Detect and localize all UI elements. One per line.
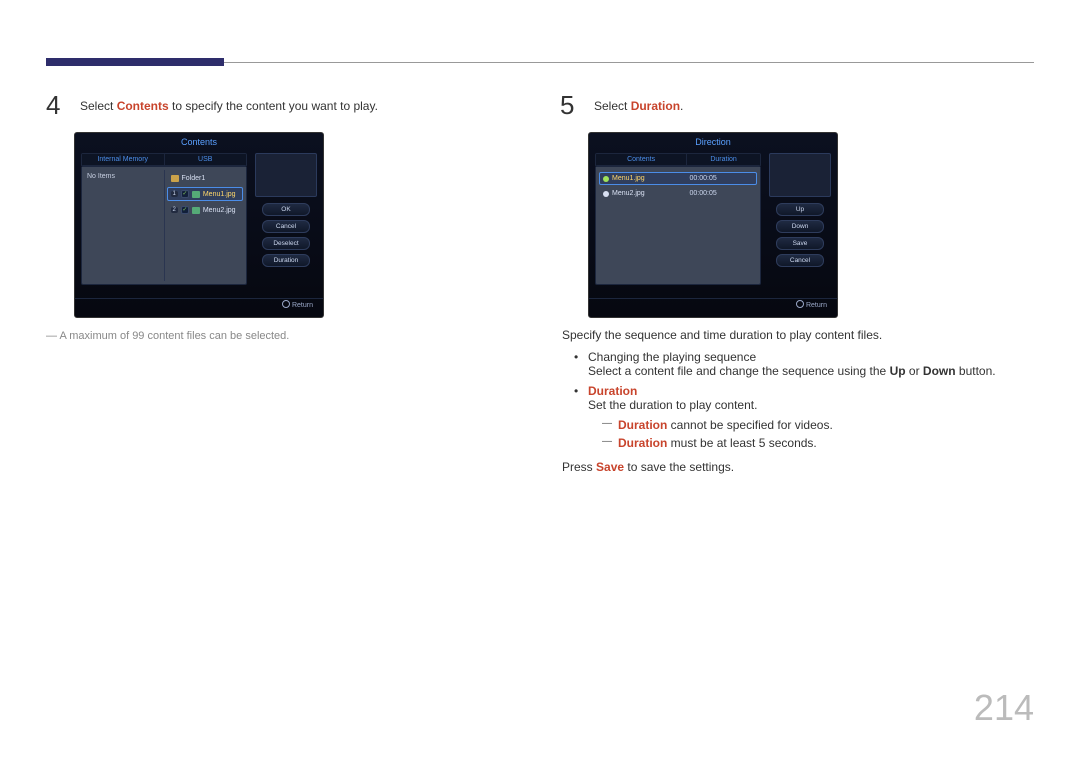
contents-file-list: No Items Folder1 1 ✓ Menu1.jpg 2 <box>81 167 247 285</box>
direction-footer: Return <box>589 298 837 313</box>
contents-footer: Return <box>75 298 323 313</box>
seq-title: Changing the playing sequence <box>588 350 756 364</box>
row-2-dot-icon <box>603 191 609 197</box>
dur-line: Set the duration to play content. <box>588 398 757 412</box>
seq-line-pre: Select a content file and change the seq… <box>588 364 890 378</box>
step-5-number: 5 <box>560 92 582 118</box>
cancel-button[interactable]: Cancel <box>262 220 310 233</box>
step-4-pre: Select <box>80 99 117 113</box>
down-button[interactable]: Down <box>776 220 824 233</box>
col-internal-memory: Internal Memory <box>82 154 164 166</box>
bullet-sequence: Changing the playing sequence Select a c… <box>574 350 1040 378</box>
save-line: Press Save to save the settings. <box>562 460 1040 474</box>
col-contents: Contents <box>596 154 686 166</box>
direction-side-panel: Up Down Save Cancel <box>769 153 831 267</box>
direction-screen: Direction Contents Duration Menu1.jpg 00… <box>588 132 838 318</box>
row-1-dot-icon <box>603 176 609 182</box>
seq-line-post: button. <box>956 364 996 378</box>
duration-row-1-name: Menu1.jpg <box>612 175 645 182</box>
contents-side-panel: OK Cancel Deselect Duration <box>255 153 317 267</box>
file-row-2[interactable]: 2 ✓ Menu2.jpg <box>167 203 244 217</box>
step-5-post: . <box>680 99 683 113</box>
direction-columns-header: Contents Duration <box>595 153 761 167</box>
page-number: 214 <box>974 687 1034 729</box>
image-icon <box>192 191 200 198</box>
folder-name: Folder1 <box>182 175 206 182</box>
dur-sub-2: Duration must be at least 5 seconds. <box>602 436 1040 450</box>
save-pre: Press <box>562 460 596 474</box>
return-label: Return <box>806 302 827 309</box>
dur-title: Duration <box>588 384 637 398</box>
ok-button[interactable]: OK <box>262 203 310 216</box>
return-icon <box>282 300 290 308</box>
step-5: 5 Select Duration. <box>560 92 1040 118</box>
bullet-duration: Duration Set the duration to play conten… <box>574 384 1040 450</box>
step-4-number: 4 <box>46 92 68 118</box>
no-items-label: No Items <box>85 170 162 183</box>
seq-up: Up <box>890 364 906 378</box>
contents-screen: Contents Internal Memory USB No Items Fo… <box>74 132 324 318</box>
direction-file-list: Menu1.jpg 00:00:05 Menu2.jpg 00:00:05 <box>595 167 761 285</box>
contents-screen-title: Contents <box>75 133 323 149</box>
folder-row[interactable]: Folder1 <box>167 172 244 185</box>
duration-button[interactable]: Duration <box>262 254 310 267</box>
step-4: 4 Select Contents to specify the content… <box>46 92 526 118</box>
cancel-button[interactable]: Cancel <box>776 254 824 267</box>
save-button[interactable]: Save <box>776 237 824 250</box>
return-label: Return <box>292 302 313 309</box>
image-icon <box>192 207 200 214</box>
left-note: A maximum of 99 content files can be sel… <box>46 330 526 342</box>
duration-row-2[interactable]: Menu2.jpg 00:00:05 <box>599 187 757 200</box>
col-usb: USB <box>164 154 247 166</box>
step-4-text: Select Contents to specify the content y… <box>80 92 378 113</box>
header-accent-bar <box>46 58 224 66</box>
seq-or: or <box>906 364 923 378</box>
duration-row-2-time: 00:00:05 <box>686 190 754 197</box>
file-row-1-name: Menu1.jpg <box>203 191 236 198</box>
duration-row-1[interactable]: Menu1.jpg 00:00:05 <box>599 172 757 185</box>
file-row-1-check-icon: ✓ <box>181 190 189 198</box>
contents-columns-header: Internal Memory USB <box>81 153 247 167</box>
direction-screen-title: Direction <box>589 133 837 149</box>
col-duration: Duration <box>686 154 760 166</box>
dur-sub2-key: Duration <box>618 436 667 450</box>
file-row-1[interactable]: 1 ✓ Menu1.jpg <box>167 187 244 201</box>
step-5-keyword: Duration <box>631 99 680 113</box>
save-post: to save the settings. <box>624 460 734 474</box>
duration-row-2-name: Menu2.jpg <box>612 190 645 197</box>
direction-list-area: Contents Duration Menu1.jpg 00:00:05 Men… <box>595 153 761 299</box>
dur-sub1-key: Duration <box>618 418 667 432</box>
preview-box <box>769 153 831 197</box>
file-row-2-index: 2 <box>171 207 178 213</box>
contents-list-area: Internal Memory USB No Items Folder1 1 ✓ <box>81 153 247 299</box>
up-button[interactable]: Up <box>776 203 824 216</box>
duration-row-1-time: 00:00:05 <box>686 175 754 182</box>
save-key: Save <box>596 460 624 474</box>
file-row-2-check-icon: ✓ <box>181 206 189 214</box>
file-row-1-index: 1 <box>171 191 178 197</box>
right-intro: Specify the sequence and time duration t… <box>562 328 1040 342</box>
dur-sub1-post: cannot be specified for videos. <box>667 418 832 432</box>
step-4-post: to specify the content you want to play. <box>169 99 378 113</box>
right-column: 5 Select Duration. Direction Contents Du… <box>560 92 1040 474</box>
deselect-button[interactable]: Deselect <box>262 237 310 250</box>
seq-down: Down <box>923 364 956 378</box>
left-column: 4 Select Contents to specify the content… <box>46 92 526 342</box>
step-4-keyword: Contents <box>117 99 169 113</box>
file-row-2-name: Menu2.jpg <box>203 207 236 214</box>
dur-sub-1: Duration cannot be specified for videos. <box>602 418 1040 432</box>
step-5-pre: Select <box>594 99 631 113</box>
step-5-text: Select Duration. <box>594 92 683 113</box>
folder-icon <box>171 175 179 182</box>
bullet-list: Changing the playing sequence Select a c… <box>574 350 1040 450</box>
duration-sublist: Duration cannot be specified for videos.… <box>602 418 1040 450</box>
dur-sub2-post: must be at least 5 seconds. <box>667 436 816 450</box>
preview-box <box>255 153 317 197</box>
return-icon <box>796 300 804 308</box>
